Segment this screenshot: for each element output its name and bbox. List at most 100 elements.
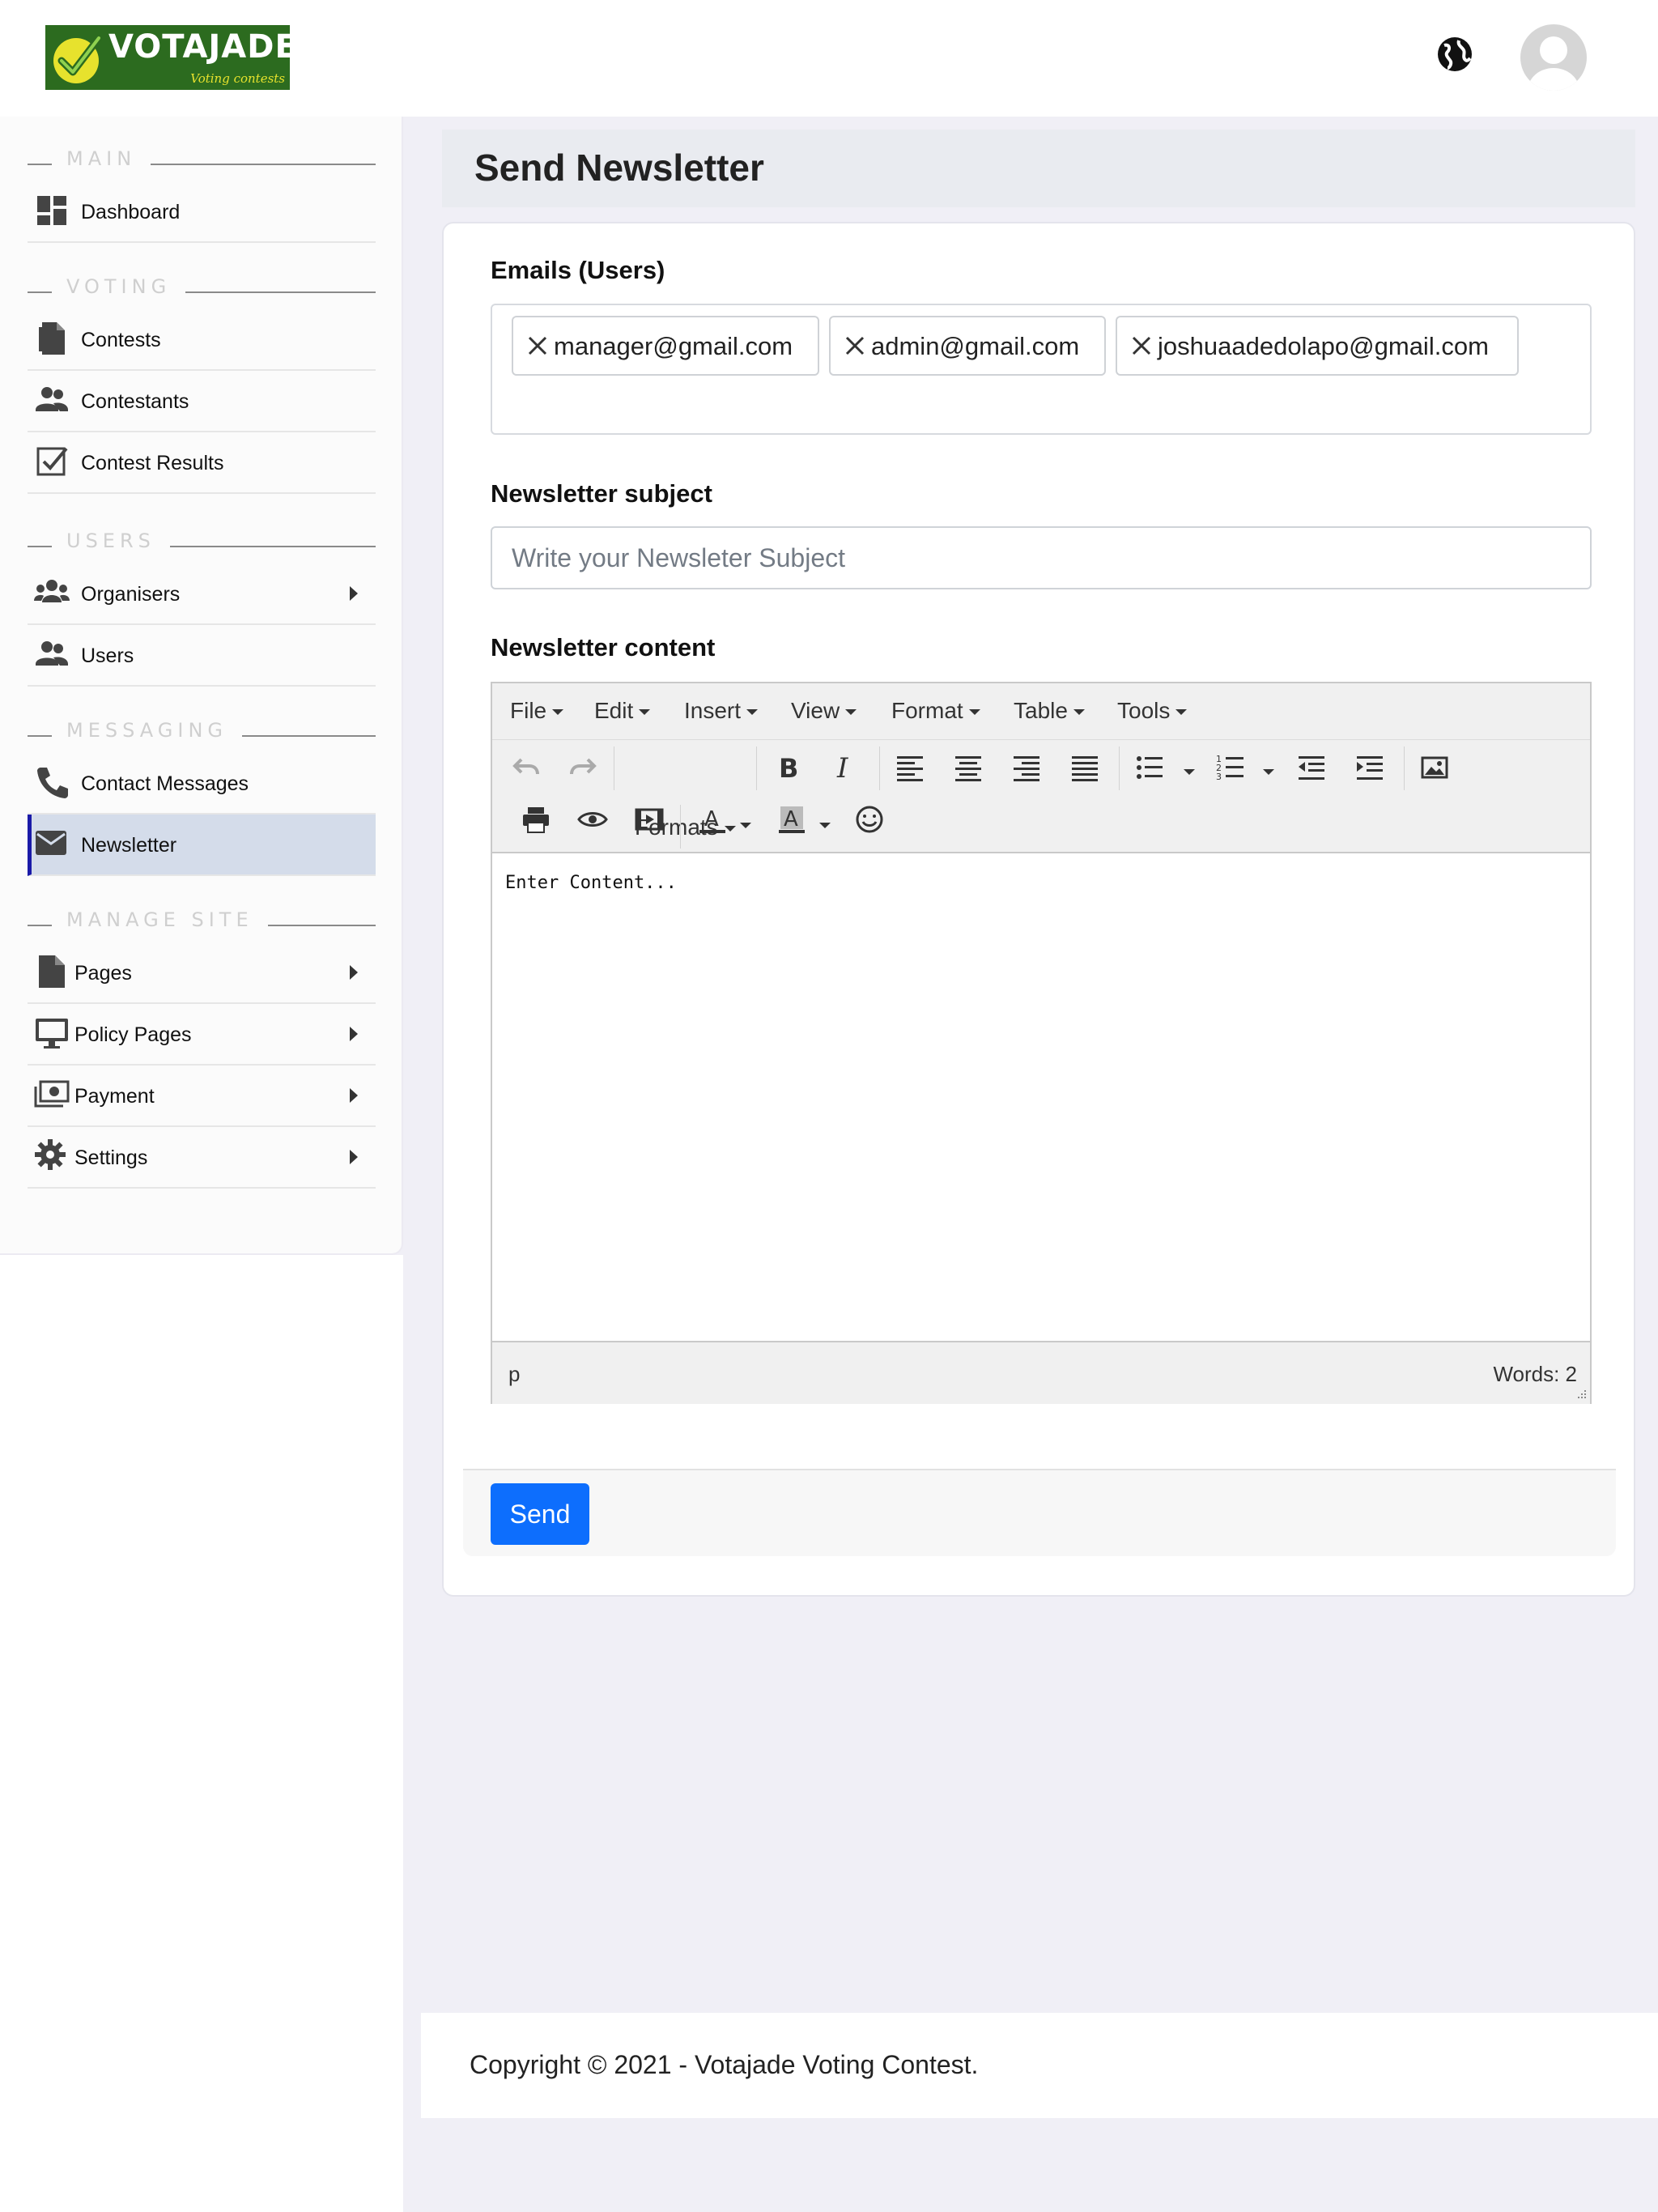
page-title: Send Newsletter: [474, 147, 764, 189]
email-tag[interactable]: manager@gmail.com: [512, 316, 819, 376]
top-bar: VOTAJADE Voting contests: [0, 0, 1658, 117]
text-color-dropdown-icon[interactable]: [740, 823, 751, 828]
sidebar-item-payment[interactable]: Payment: [28, 1066, 376, 1127]
menu-label: Tools: [1117, 698, 1171, 723]
section-messaging: MESSAGING: [28, 716, 376, 745]
emoticon-icon[interactable]: [852, 802, 887, 837]
sidebar-item-label: Payment: [74, 1085, 155, 1108]
italic-icon[interactable]: I: [827, 750, 863, 785]
email-tag-text: manager@gmail.com: [554, 332, 793, 360]
menu-label: Format: [891, 698, 963, 723]
sidebar-item-label: Contestants: [81, 390, 189, 413]
preview-icon[interactable]: [575, 802, 610, 837]
indent-icon[interactable]: [1352, 750, 1388, 785]
sidebar-item-contests[interactable]: Contests: [28, 309, 376, 371]
media-icon[interactable]: [631, 802, 667, 837]
outdent-icon[interactable]: [1294, 750, 1329, 785]
menu-view[interactable]: View: [791, 698, 857, 724]
people-icon: [36, 387, 68, 411]
section-label: MESSAGING: [52, 716, 243, 745]
menu-file[interactable]: File: [510, 698, 564, 724]
logo-text: VOTAJADE: [108, 28, 290, 66]
sidebar-item-contestants[interactable]: Contestants: [28, 371, 376, 432]
section-label: MANAGE SITE: [52, 905, 268, 934]
element-path[interactable]: p: [508, 1362, 520, 1387]
sidebar-item-settings[interactable]: Settings: [28, 1127, 376, 1189]
section-voting: VOTING: [28, 272, 376, 301]
print-icon[interactable]: [518, 802, 554, 837]
image-icon[interactable]: [1417, 750, 1452, 785]
align-left-icon[interactable]: [892, 750, 928, 785]
align-justify-icon[interactable]: [1067, 750, 1103, 785]
sidebar-item-label: Pages: [74, 962, 132, 985]
editor-content-text: Enter Content...: [505, 873, 677, 893]
numbered-list-dropdown-icon[interactable]: [1263, 769, 1274, 775]
emails-tag-input[interactable]: manager@gmail.com admin@gmail.com joshua…: [491, 304, 1592, 435]
page-header: Send Newsletter: [442, 130, 1635, 207]
send-button[interactable]: Send: [491, 1483, 589, 1545]
editor-content-area[interactable]: Enter Content...: [492, 853, 1590, 1341]
sidebar-item-pages[interactable]: Pages: [28, 942, 376, 1004]
section-manage-site: MANAGE SITE: [28, 905, 376, 934]
globe-icon[interactable]: [1436, 36, 1473, 73]
align-right-icon[interactable]: [1009, 750, 1044, 785]
user-avatar[interactable]: [1520, 24, 1587, 91]
email-tag[interactable]: joshuaadedolapo@gmail.com: [1116, 316, 1519, 376]
undo-icon[interactable]: [508, 750, 544, 785]
text-color-icon[interactable]: A: [695, 802, 730, 837]
word-count: Words: 2: [1493, 1362, 1577, 1386]
menu-label: View: [791, 698, 840, 723]
bullet-list-dropdown-icon[interactable]: [1184, 769, 1195, 775]
sidebar-item-organisers[interactable]: Organisers: [28, 564, 376, 625]
sidebar-item-label: Users: [81, 644, 134, 667]
sidebar-item-users[interactable]: Users: [28, 625, 376, 687]
numbered-list-icon[interactable]: 123: [1213, 750, 1248, 785]
file-icon: [39, 322, 65, 355]
sidebar-item-label: Contest Results: [81, 452, 224, 474]
logo[interactable]: VOTAJADE Voting contests: [45, 25, 290, 90]
sidebar-item-contest-results[interactable]: Contest Results: [28, 432, 376, 494]
menu-table[interactable]: Table: [1014, 698, 1085, 724]
emails-label: Emails (Users): [491, 256, 665, 284]
menu-format[interactable]: Format: [891, 698, 980, 724]
sidebar-item-label: Contests: [81, 329, 161, 351]
newsletter-form-card: Emails (Users) manager@gmail.com admin@g…: [442, 222, 1635, 1597]
svg-text:A: A: [704, 807, 719, 832]
sidebar-item-label: Settings: [74, 1146, 148, 1169]
redo-icon[interactable]: [565, 750, 601, 785]
checkbox-icon: [36, 447, 68, 476]
background-color-icon[interactable]: A: [774, 802, 810, 837]
sidebar-item-policy-pages[interactable]: Policy Pages: [28, 1004, 376, 1066]
bullet-list-icon[interactable]: [1132, 750, 1167, 785]
section-main: MAIN: [28, 144, 376, 173]
sidebar-item-label: Dashboard: [81, 201, 181, 223]
copyright-text: Copyright © 2021 - Votajade Voting Conte…: [470, 2050, 979, 2079]
close-icon[interactable]: [844, 334, 866, 357]
menu-tools[interactable]: Tools: [1117, 698, 1188, 724]
menu-edit[interactable]: Edit: [594, 698, 651, 724]
subject-input[interactable]: [491, 526, 1592, 589]
menu-label: Edit: [594, 698, 634, 723]
background-color-dropdown-icon[interactable]: [819, 823, 831, 828]
sidebar: MAIN Dashboard VOTING Contests Contestan…: [0, 117, 403, 1255]
user-avatar-icon: [1528, 36, 1579, 91]
editor-toolbar: Formats B I 123 A A: [492, 740, 1590, 853]
svg-text:3: 3: [1216, 772, 1222, 782]
bold-icon[interactable]: B: [769, 750, 805, 785]
email-tag[interactable]: admin@gmail.com: [829, 316, 1106, 376]
sidebar-item-contact-messages[interactable]: Contact Messages: [28, 753, 376, 815]
gear-icon: [35, 1139, 66, 1170]
sidebar-item-newsletter[interactable]: Newsletter: [28, 815, 376, 876]
resize-handle-icon[interactable]: [1575, 1389, 1588, 1402]
logo-tagline: Voting contests: [190, 71, 285, 86]
caret-right-icon: [350, 1027, 358, 1041]
close-icon[interactable]: [1130, 334, 1153, 357]
menu-insert[interactable]: Insert: [684, 698, 759, 724]
envelope-icon: [36, 831, 66, 855]
sidebar-background: [0, 1255, 403, 2212]
sidebar-item-dashboard[interactable]: Dashboard: [28, 181, 376, 243]
rich-text-editor[interactable]: File Edit Insert View Format Table Tools…: [491, 682, 1592, 1404]
close-icon[interactable]: [526, 334, 549, 357]
align-center-icon[interactable]: [950, 750, 986, 785]
phone-icon: [37, 768, 68, 798]
